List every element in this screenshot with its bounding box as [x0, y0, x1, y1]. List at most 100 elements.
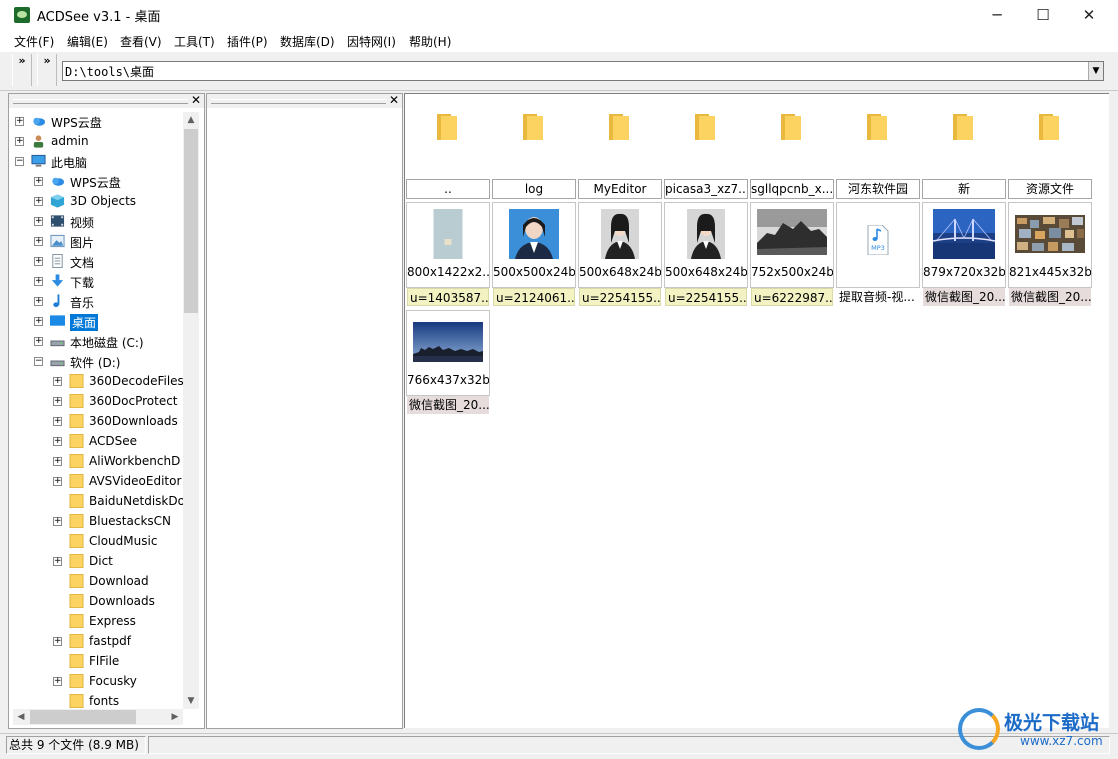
tree-expander-icon[interactable]: +	[34, 197, 43, 206]
menu-edit[interactable]: 编辑(E)	[67, 33, 108, 50]
file-name-label[interactable]: 微信截图_20...	[1009, 288, 1091, 306]
pane-grip[interactable]	[211, 99, 386, 104]
preview-pane-close-button[interactable]: ✕	[389, 93, 399, 107]
tree-vertical-scroll-thumb[interactable]	[184, 129, 198, 313]
tree-item[interactable]: + BluestacksCN	[13, 512, 183, 532]
tree-expander-icon[interactable]: +	[53, 557, 62, 566]
scroll-right-arrow-icon[interactable]: ▶	[167, 709, 183, 725]
close-button[interactable]: ✕	[1066, 0, 1112, 30]
tree-expander-icon[interactable]: +	[34, 177, 43, 186]
tree-horizontal-scrollbar[interactable]: ◀ ▶	[13, 709, 183, 725]
file-name-label[interactable]: u=2254155...	[665, 288, 747, 306]
tree-item[interactable]: +360Downloads	[13, 412, 183, 432]
folder-name-label[interactable]: 河东软件园	[836, 179, 920, 199]
pane-grip[interactable]	[13, 99, 188, 104]
tree-expander-icon[interactable]: +	[53, 397, 62, 406]
file-thumbnail[interactable]: 752x500x24b	[750, 202, 834, 288]
folder-icon[interactable]	[953, 114, 973, 140]
folder-name-label[interactable]: 新	[922, 179, 1006, 199]
tree-item[interactable]: CloudMusic	[13, 532, 183, 552]
tree-item[interactable]: Download	[13, 572, 183, 592]
tree-item[interactable]: fonts	[13, 692, 183, 709]
minimize-button[interactable]: ─	[974, 0, 1020, 30]
tree-item[interactable]: BaiduNetdiskDo	[13, 492, 183, 512]
folder-icon[interactable]	[867, 114, 887, 140]
file-thumbnail[interactable]: 500x500x24b	[492, 202, 576, 288]
menu-database[interactable]: 数据库(D)	[280, 33, 335, 50]
tree-expander-icon[interactable]: −	[34, 357, 43, 366]
tree-item[interactable]: Downloads	[13, 592, 183, 612]
tree-item[interactable]: +360DocProtect	[13, 392, 183, 412]
tree-expander-icon[interactable]: +	[53, 437, 62, 446]
file-name-label[interactable]: 微信截图_20...	[923, 288, 1005, 306]
tree-expander-icon[interactable]: +	[15, 137, 24, 146]
tree-item[interactable]: + 图片	[13, 232, 183, 252]
tree-item[interactable]: Express	[13, 612, 183, 632]
tree-vertical-scrollbar[interactable]: ▲ ▼	[183, 112, 199, 709]
tree-item[interactable]: + ACDSee	[13, 432, 183, 452]
tree-item[interactable]: + Focusky	[13, 672, 183, 692]
tree-item[interactable]: + fastpdf	[13, 632, 183, 652]
tree-item[interactable]: + 音乐	[13, 292, 183, 312]
address-input[interactable]: D:\tools\桌面	[65, 63, 154, 80]
file-thumbnail[interactable]: 500x648x24b	[578, 202, 662, 288]
menu-file[interactable]: 文件(F)	[14, 33, 54, 50]
folder-name-label[interactable]: sgllqpcnb_x...	[750, 179, 834, 199]
folder-name-label[interactable]: 资源文件	[1008, 179, 1092, 199]
tree-expander-icon[interactable]: +	[34, 317, 43, 326]
tree-horizontal-scroll-thumb[interactable]	[30, 710, 136, 724]
file-name-label[interactable]: 提取音频-视...	[837, 288, 919, 306]
menu-help[interactable]: 帮助(H)	[409, 33, 451, 50]
tree-expander-icon[interactable]: +	[53, 457, 62, 466]
tree-expander-icon[interactable]: −	[15, 157, 24, 166]
tree-expander-icon[interactable]: +	[53, 637, 62, 646]
tree-expander-icon[interactable]: +	[34, 297, 43, 306]
tree-expander-icon[interactable]: +	[34, 237, 43, 246]
address-chevron-button[interactable]: »	[37, 54, 57, 86]
folder-icon[interactable]	[437, 114, 457, 140]
tree-expander-icon[interactable]: +	[53, 677, 62, 686]
tree-expander-icon[interactable]: +	[53, 517, 62, 526]
tree-expander-icon[interactable]: +	[15, 117, 24, 126]
folder-name-label[interactable]: MyEditor	[578, 179, 662, 199]
scroll-down-arrow-icon[interactable]: ▼	[183, 693, 199, 709]
tree-item[interactable]: + WPS云盘	[13, 112, 183, 132]
folder-name-label[interactable]: log	[492, 179, 576, 199]
tree-item[interactable]: +3D Objects	[13, 192, 183, 212]
tree-expander-icon[interactable]: +	[34, 337, 43, 346]
file-thumbnail[interactable]: 800x1422x2...	[406, 202, 490, 288]
folder-icon[interactable]	[781, 114, 801, 140]
tree-item[interactable]: + AliWorkbenchD	[13, 452, 183, 472]
menu-tools[interactable]: 工具(T)	[174, 33, 215, 50]
tree-expander-icon[interactable]: +	[53, 377, 62, 386]
scroll-up-arrow-icon[interactable]: ▲	[183, 112, 199, 128]
tree-item[interactable]: + AVSVideoEditor	[13, 472, 183, 492]
folder-icon[interactable]	[523, 114, 543, 140]
tree-item[interactable]: + 本地磁盘 (C:)	[13, 332, 183, 352]
file-name-label[interactable]: 微信截图_20...	[407, 396, 489, 414]
menu-internet[interactable]: 因特网(I)	[347, 33, 396, 50]
tree-item[interactable]: +360DecodeFiles	[13, 372, 183, 392]
folder-icon[interactable]	[609, 114, 629, 140]
tree-item[interactable]: + 视频	[13, 212, 183, 232]
tree-expander-icon[interactable]: +	[53, 417, 62, 426]
menu-plugins[interactable]: 插件(P)	[227, 33, 268, 50]
tree-item[interactable]: + 文档	[13, 252, 183, 272]
menu-view[interactable]: 查看(V)	[120, 33, 162, 50]
tree-item[interactable]: + Dict	[13, 552, 183, 572]
tree-item[interactable]: + 桌面	[13, 312, 183, 332]
folder-icon[interactable]	[1039, 114, 1059, 140]
tree-expander-icon[interactable]: +	[53, 477, 62, 486]
scroll-left-arrow-icon[interactable]: ◀	[13, 709, 29, 725]
tree-item[interactable]: FlFile	[13, 652, 183, 672]
tree-item[interactable]: + WPS云盘	[13, 172, 183, 192]
tree-pane-close-button[interactable]: ✕	[191, 93, 201, 107]
folder-name-label[interactable]: ..	[406, 179, 490, 199]
file-thumbnail[interactable]: 766x437x32b	[406, 310, 490, 396]
folder-icon[interactable]	[695, 114, 715, 140]
tree-item[interactable]: + 下载	[13, 272, 183, 292]
maximize-button[interactable]: ☐	[1020, 0, 1066, 30]
tree-expander-icon[interactable]: +	[34, 277, 43, 286]
tree-item[interactable]: − 此电脑	[13, 152, 183, 172]
file-thumbnail[interactable]: 500x648x24b	[664, 202, 748, 288]
